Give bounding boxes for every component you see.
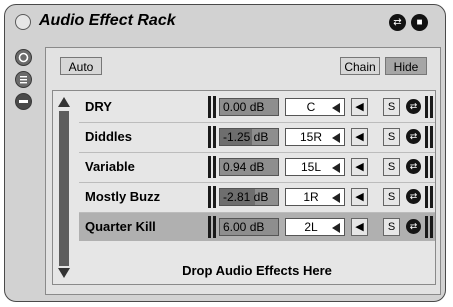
volume-value: 0.00 dB bbox=[223, 100, 265, 114]
meter-icon bbox=[213, 216, 216, 238]
scroll-up-icon[interactable] bbox=[58, 97, 70, 107]
meter-icon bbox=[208, 156, 211, 178]
pan-arrow-icon bbox=[332, 193, 340, 203]
pan-value: C bbox=[306, 100, 316, 114]
speaker-icon[interactable]: ◀ bbox=[351, 128, 368, 146]
solo-button[interactable]: S bbox=[383, 218, 400, 236]
meter-icon bbox=[213, 186, 216, 208]
volume-slider[interactable]: -1.25 dB bbox=[219, 128, 279, 146]
audio-effect-rack: Audio Effect Rack ⇄ ■ Auto Chain Hide DR… bbox=[4, 4, 446, 302]
volume-value: 6.00 dB bbox=[223, 220, 265, 234]
rack-title: Audio Effect Rack bbox=[39, 12, 176, 29]
auto-button[interactable]: Auto bbox=[60, 57, 102, 75]
chain-row[interactable]: Diddles -1.25 dB 15R ◀ S ⇄ bbox=[79, 123, 435, 151]
solo-button[interactable]: S bbox=[383, 128, 400, 146]
chain-list: DRY 0.00 dB C ◀ S ⇄ Diddles -1.25 dB 15R… bbox=[52, 90, 436, 285]
solo-button[interactable]: S bbox=[383, 188, 400, 206]
pan-arrow-icon bbox=[332, 163, 340, 173]
solo-button[interactable]: S bbox=[383, 158, 400, 176]
chain-list-scrollbar[interactable] bbox=[53, 91, 75, 284]
chain-panel: Auto Chain Hide DRY 0.00 dB C ◀ S ⇄ Didd… bbox=[45, 47, 441, 295]
meter-icon bbox=[425, 156, 428, 178]
meter-icon bbox=[425, 96, 428, 118]
meter-icon bbox=[430, 186, 433, 208]
volume-slider[interactable]: 0.94 dB bbox=[219, 158, 279, 176]
rack-title-bar: Audio Effect Rack ⇄ ■ bbox=[5, 5, 445, 39]
chain-row-selected[interactable]: Quarter Kill 6.00 dB 2L ◀ S ⇄ bbox=[79, 213, 435, 241]
hide-button[interactable]: Hide bbox=[385, 57, 427, 75]
pan-value: 15R bbox=[299, 130, 322, 144]
volume-slider[interactable]: 6.00 dB bbox=[219, 218, 279, 236]
drop-zone-text[interactable]: Drop Audio Effects Here bbox=[79, 263, 435, 278]
speaker-icon[interactable]: ◀ bbox=[351, 218, 368, 236]
pan-value: 1R bbox=[303, 190, 319, 204]
hot-swap-icon[interactable]: ⇄ bbox=[406, 159, 421, 174]
meter-icon bbox=[208, 186, 211, 208]
hot-swap-icon[interactable]: ⇄ bbox=[406, 129, 421, 144]
pan-arrow-icon bbox=[332, 133, 340, 143]
pan-value: 2L bbox=[304, 220, 318, 234]
volume-value: -1.25 dB bbox=[223, 130, 269, 144]
pan-slider[interactable]: 2L bbox=[285, 218, 345, 236]
meter-icon bbox=[213, 156, 216, 178]
chain-name[interactable]: Mostly Buzz bbox=[85, 189, 160, 204]
devices-icon[interactable] bbox=[15, 93, 32, 110]
meter-icon bbox=[213, 96, 216, 118]
meter-icon bbox=[425, 186, 428, 208]
chain-row[interactable]: DRY 0.00 dB C ◀ S ⇄ bbox=[79, 93, 435, 121]
meter-icon bbox=[208, 96, 211, 118]
speaker-icon[interactable]: ◀ bbox=[351, 188, 368, 206]
pan-arrow-icon bbox=[332, 223, 340, 233]
meter-icon bbox=[208, 216, 211, 238]
chain-name[interactable]: Diddles bbox=[85, 129, 132, 144]
pan-value: 15L bbox=[300, 160, 322, 174]
meter-icon bbox=[213, 126, 216, 148]
meter-icon bbox=[430, 156, 433, 178]
hot-swap-icon[interactable]: ⇄ bbox=[406, 99, 421, 114]
hot-swap-icon[interactable]: ⇄ bbox=[389, 14, 406, 31]
pan-arrow-icon bbox=[332, 103, 340, 113]
meter-icon bbox=[430, 126, 433, 148]
volume-value: -2.81 dB bbox=[223, 190, 269, 204]
chain-name[interactable]: DRY bbox=[85, 99, 112, 114]
meter-icon bbox=[425, 216, 428, 238]
hot-swap-icon[interactable]: ⇄ bbox=[406, 219, 421, 234]
save-preset-icon[interactable]: ■ bbox=[411, 14, 428, 31]
activator-icon[interactable] bbox=[15, 14, 31, 30]
scroll-down-icon[interactable] bbox=[58, 268, 70, 278]
meter-icon bbox=[430, 216, 433, 238]
chain-button[interactable]: Chain bbox=[340, 57, 380, 75]
volume-slider[interactable]: -2.81 dB bbox=[219, 188, 279, 206]
scroll-thumb[interactable] bbox=[59, 111, 69, 266]
meter-icon bbox=[425, 126, 428, 148]
pan-slider[interactable]: 1R bbox=[285, 188, 345, 206]
speaker-icon[interactable]: ◀ bbox=[351, 158, 368, 176]
volume-slider[interactable]: 0.00 dB bbox=[219, 98, 279, 116]
chain-row[interactable]: Mostly Buzz -2.81 dB 1R ◀ S ⇄ bbox=[79, 183, 435, 211]
hot-swap-icon[interactable]: ⇄ bbox=[406, 189, 421, 204]
meter-icon bbox=[430, 96, 433, 118]
pan-slider[interactable]: 15L bbox=[285, 158, 345, 176]
chain-list-icon[interactable] bbox=[15, 71, 32, 88]
chain-name[interactable]: Variable bbox=[85, 159, 135, 174]
meter-icon bbox=[208, 126, 211, 148]
volume-value: 0.94 dB bbox=[223, 160, 265, 174]
chain-name[interactable]: Quarter Kill bbox=[85, 219, 156, 234]
solo-button[interactable]: S bbox=[383, 98, 400, 116]
pan-slider[interactable]: C bbox=[285, 98, 345, 116]
chain-row[interactable]: Variable 0.94 dB 15L ◀ S ⇄ bbox=[79, 153, 435, 181]
pan-slider[interactable]: 15R bbox=[285, 128, 345, 146]
macro-icon[interactable] bbox=[15, 49, 32, 66]
speaker-icon[interactable]: ◀ bbox=[351, 98, 368, 116]
